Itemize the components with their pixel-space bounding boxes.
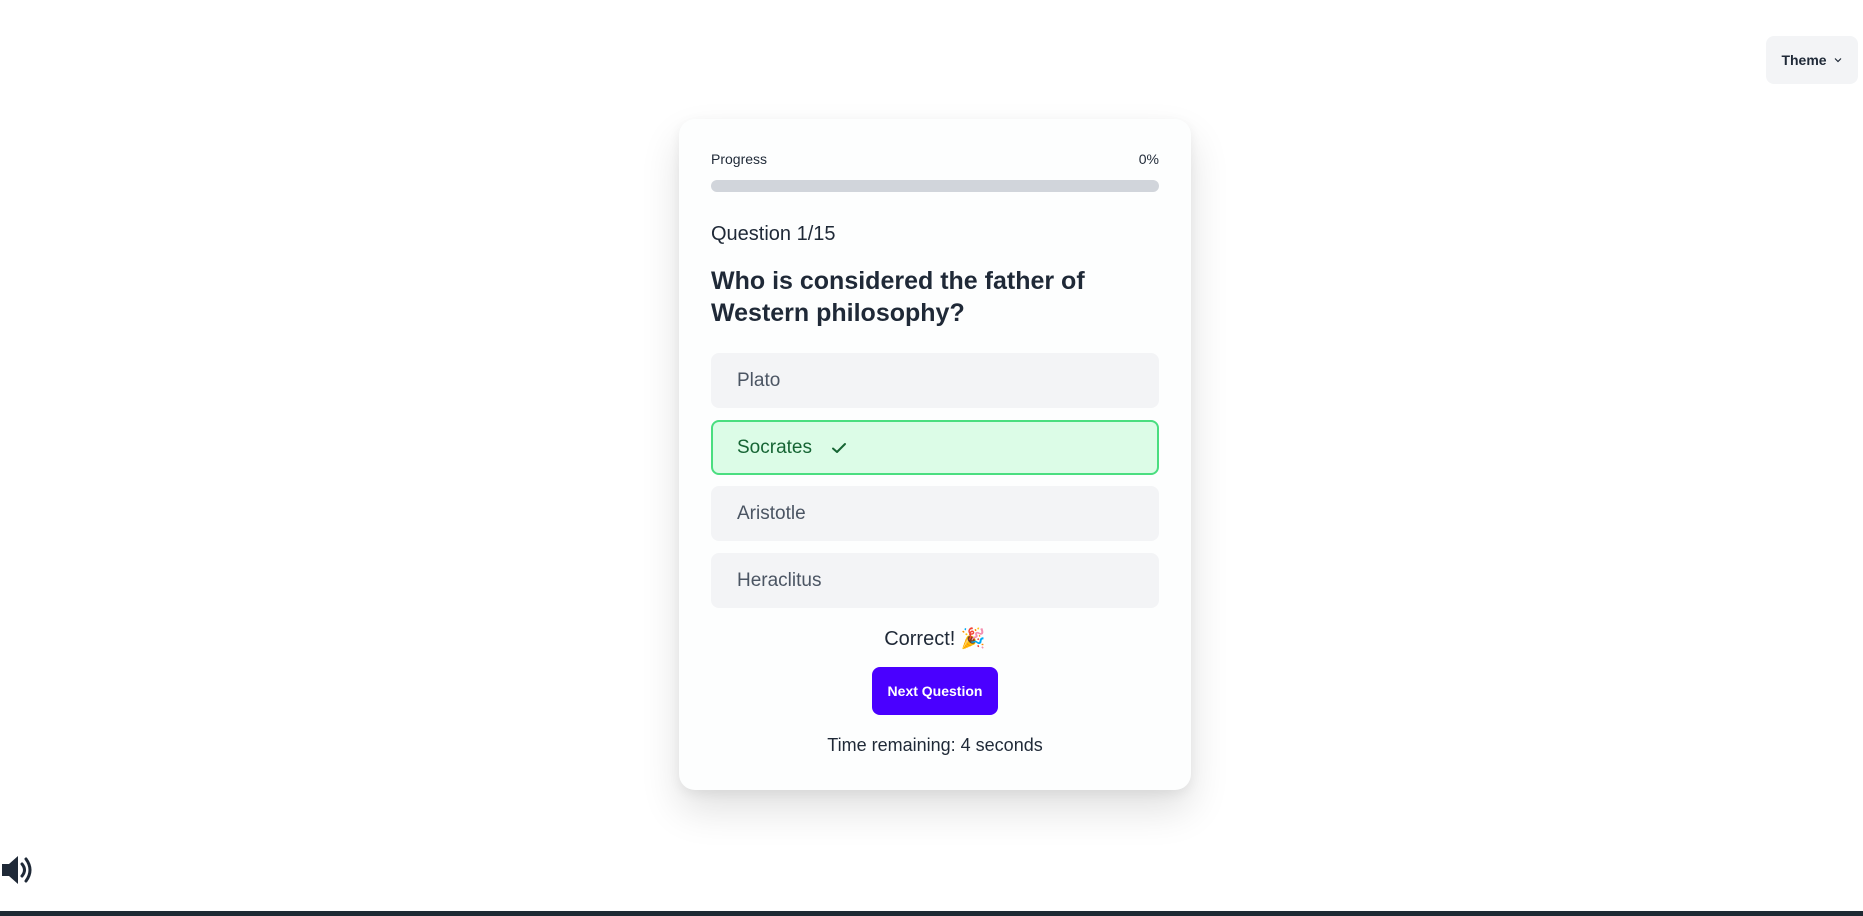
answer-option-socrates[interactable]: Socrates <box>711 420 1159 475</box>
sound-toggle-button[interactable] <box>0 850 36 890</box>
time-remaining: Time remaining: 4 seconds <box>827 735 1043 755</box>
speaker-icon <box>2 856 32 884</box>
page: Theme Progress 0% Question 1/15 Who is c… <box>0 0 1863 916</box>
quiz-card: Progress 0% Question 1/15 Who is conside… <box>679 119 1191 790</box>
feedback-message: Correct! 🎉 <box>884 628 986 650</box>
answer-option-label: Plato <box>737 369 781 391</box>
answer-option-plato[interactable]: Plato <box>711 353 1159 408</box>
progress-label: Progress <box>711 151 768 167</box>
answer-option-heraclitus[interactable]: Heraclitus <box>711 553 1159 608</box>
chevron-down-icon <box>1834 58 1841 63</box>
check-icon <box>831 442 846 453</box>
progress-bar <box>711 180 1159 192</box>
bottom-bar <box>0 911 1863 916</box>
progress-header: Progress 0% <box>711 151 1159 167</box>
question-text: Who is considered the father of Western … <box>711 267 1085 327</box>
progress-percent: 0% <box>1138 151 1159 167</box>
theme-label: Theme <box>1781 52 1827 68</box>
question-number: Question 1/15 <box>711 223 836 245</box>
answer-option-label: Socrates <box>737 436 812 458</box>
answer-option-aristotle[interactable]: Aristotle <box>711 486 1159 541</box>
next-question-button[interactable]: Next Question <box>872 667 998 715</box>
answer-option-label: Heraclitus <box>737 569 822 591</box>
theme-dropdown-button[interactable]: Theme <box>1766 36 1858 84</box>
answer-option-label: Aristotle <box>737 502 806 524</box>
